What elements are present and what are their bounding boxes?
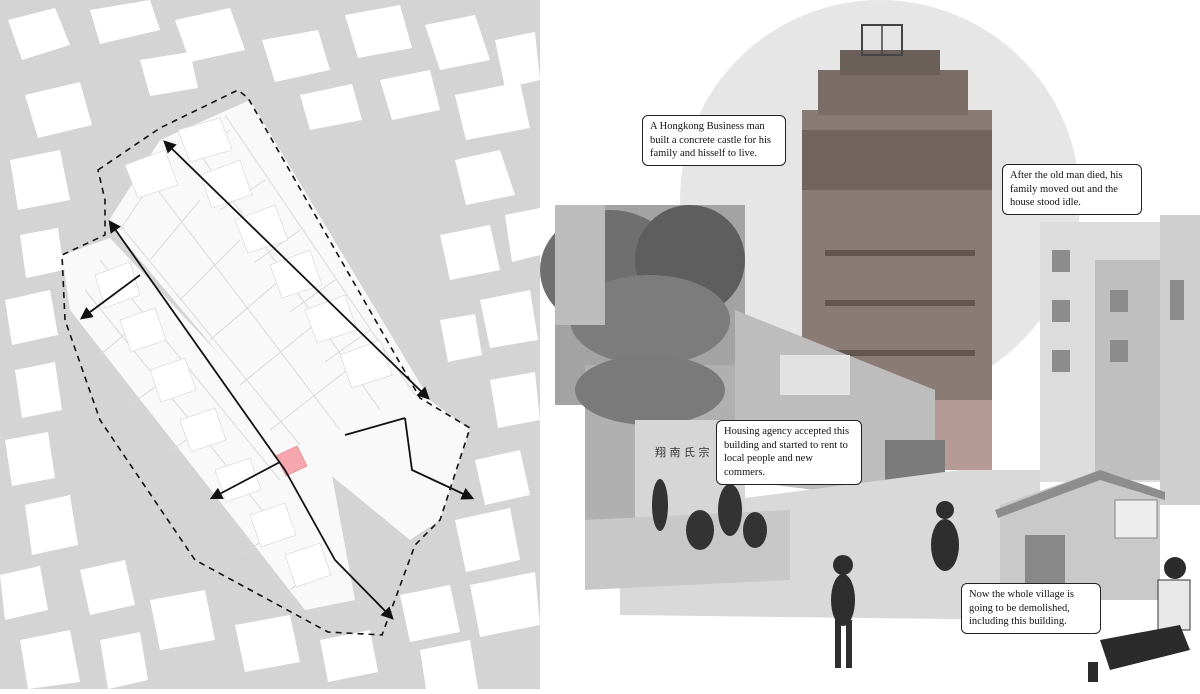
callout-family-moved: After the old man died, his family moved… [1002, 164, 1142, 215]
callout-housing-agency: Housing agency accepted this building an… [716, 420, 862, 485]
callout-housing-agency-text: Housing agency accepted this building an… [724, 426, 850, 478]
photo-collage: 翔 南 氏 宗 A Hongkong Business man built a … [540, 0, 1200, 689]
village-map [0, 0, 540, 689]
photo-buildings-right [1040, 215, 1200, 505]
callout-demolition: Now the whole village is going to be dem… [961, 583, 1101, 634]
callout-family-moved-text: After the old man died, his family moved… [1010, 170, 1123, 209]
callout-demolition-text: Now the whole village is going to be dem… [969, 589, 1074, 628]
callout-castle-built-text: A Hongkong Business man built a concrete… [650, 121, 771, 160]
shop-sign: 翔 南 氏 宗 [655, 445, 710, 459]
callout-castle-built: A Hongkong Business man built a concrete… [642, 115, 786, 166]
